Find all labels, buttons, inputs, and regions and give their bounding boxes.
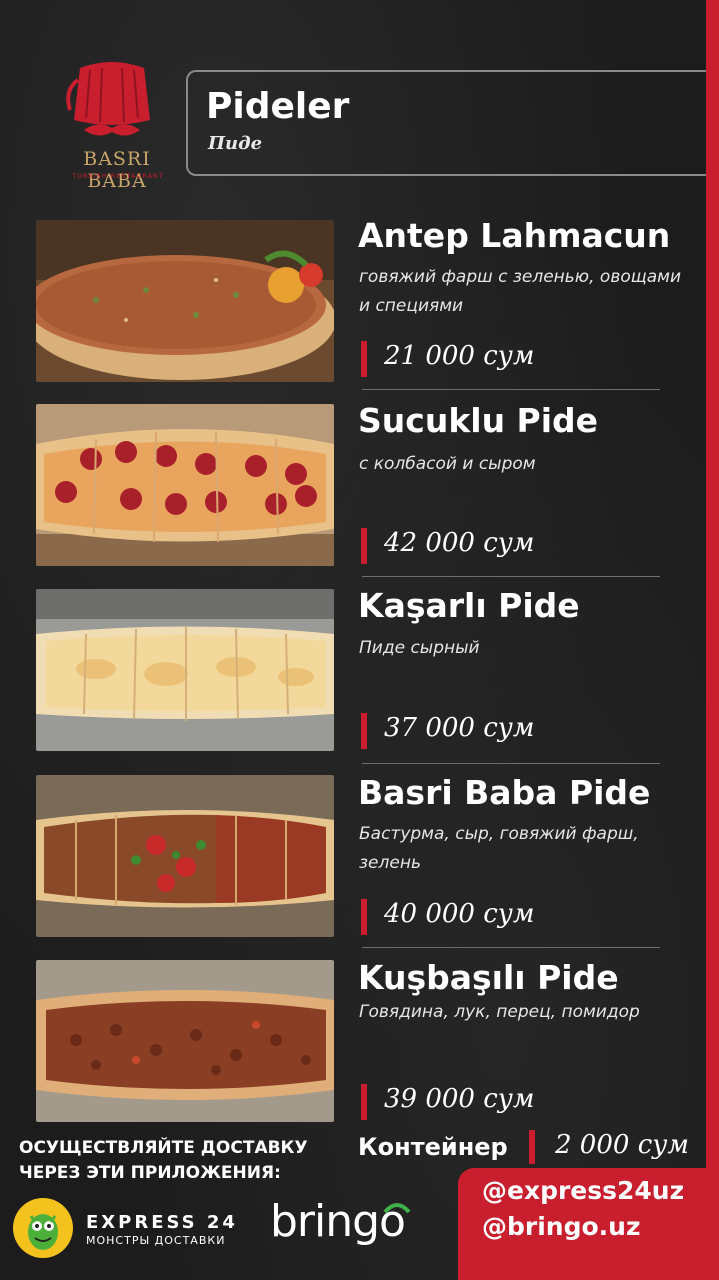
fez-mustache-logo-icon [66, 62, 150, 136]
delivery-heading: ОСУЩЕСТВЛЯЙТЕ ДОСТАВКУ ЧЕРЕЗ ЭТИ ПРИЛОЖЕ… [19, 1136, 308, 1186]
item-title: Sucuklu Pide [358, 401, 599, 440]
social-handle-express24[interactable]: @express24uz [482, 1176, 684, 1205]
express24-name[interactable]: EXPRESS 24 [86, 1212, 238, 1233]
item-title: Basri Baba Pide [358, 773, 651, 812]
item-title: Antep Lahmacun [358, 216, 671, 255]
item-price: 21 000 сум [384, 341, 535, 371]
item-photo-lahmacun [36, 220, 334, 382]
brand-logo: BASRI BABA TURKISH RESTAURANT [50, 60, 185, 192]
item-photo-sucuklu [36, 404, 334, 566]
container-label: Контейнер [358, 1133, 508, 1161]
item-divider [362, 576, 660, 577]
social-handle-bringo[interactable]: @bringo.uz [482, 1212, 641, 1241]
brand-name: BASRI BABA [83, 148, 151, 192]
express24-monster-icon[interactable] [13, 1198, 73, 1258]
item-photo-kasarli [36, 589, 334, 751]
item-title: Kaşarlı Pide [358, 586, 580, 625]
item-photo-kusbasili [36, 960, 334, 1122]
item-title: Kuşbaşılı Pide [358, 958, 619, 997]
price-marker [361, 899, 367, 935]
bringo-arc-icon [383, 1203, 411, 1214]
item-description: Бастурма, сыр, говяжий фарш, зелень [359, 824, 639, 873]
item-divider [362, 389, 660, 390]
item-description: говяжий фарш с зеленью, овощами и специя… [359, 267, 682, 316]
price-marker [529, 1130, 535, 1164]
page-title: Pideler [206, 86, 350, 127]
item-photo-basri-baba [36, 775, 334, 937]
price-marker [361, 1084, 367, 1120]
item-description: Пиде сырный [359, 638, 480, 658]
right-accent-bar [706, 0, 719, 1280]
delivery-line-1: ОСУЩЕСТВЛЯЙТЕ ДОСТАВКУ [19, 1138, 308, 1158]
item-divider [362, 947, 660, 948]
item-price: 39 000 сум [384, 1084, 535, 1114]
item-price: 37 000 сум [384, 713, 535, 743]
item-price: 40 000 сум [384, 899, 535, 929]
price-marker [361, 341, 367, 377]
delivery-line-2: ЧЕРЕЗ ЭТИ ПРИЛОЖЕНИЯ: [19, 1163, 281, 1183]
price-marker [361, 713, 367, 749]
container-price: 2 000 сум [555, 1130, 689, 1160]
item-divider [362, 763, 660, 764]
express24-tagline: МОНСТРЫ ДОСТАВКИ [86, 1234, 226, 1247]
page-subtitle: Пиде [208, 133, 263, 154]
item-description: с колбасой и сыром [359, 454, 536, 474]
brand-subtitle: TURKISH RESTAURANT [72, 172, 164, 180]
price-marker [361, 528, 367, 564]
item-price: 42 000 сум [384, 528, 535, 558]
item-description: Говядина, лук, перец, помидор [359, 1002, 640, 1022]
